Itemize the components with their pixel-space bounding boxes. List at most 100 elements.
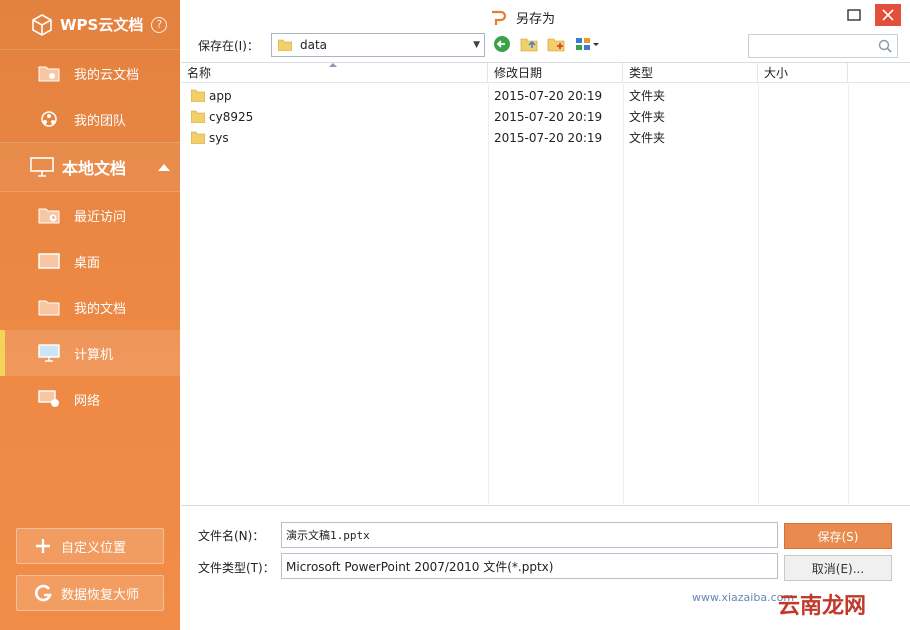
up-folder-icon bbox=[520, 38, 538, 52]
column-header-size[interactable]: 大小 bbox=[758, 63, 848, 82]
file-type: 文件夹 bbox=[629, 110, 666, 124]
column-divider bbox=[758, 84, 759, 505]
new-folder-button[interactable] bbox=[546, 34, 566, 54]
monitor-icon bbox=[30, 156, 56, 178]
back-button[interactable] bbox=[492, 34, 512, 54]
sidebar-item-computer[interactable]: 计算机 bbox=[0, 330, 180, 376]
filetype-label: 文件类型(T)： bbox=[198, 561, 275, 575]
dialog-title: 另存为 bbox=[516, 12, 556, 27]
list-item[interactable]: sys 2015-07-20 20:19 文件夹 bbox=[181, 127, 910, 148]
search-icon bbox=[878, 39, 892, 53]
section-label: 本地文档 bbox=[62, 159, 127, 178]
folder-icon bbox=[191, 131, 205, 144]
filename-value: 演示文稿1.pptx bbox=[286, 529, 370, 542]
save-in-label: 保存在(I)： bbox=[198, 39, 259, 53]
sidebar-header: WPS云文档 ? bbox=[0, 0, 180, 50]
column-divider bbox=[623, 84, 624, 505]
sidebar-item-desktop[interactable]: 桌面 bbox=[0, 238, 180, 284]
folder-icon bbox=[191, 89, 205, 102]
sidebar-item-my-team[interactable]: 我的团队 bbox=[0, 96, 180, 142]
sidebar-item-recent[interactable]: 最近访问 bbox=[0, 192, 180, 238]
collapse-caret-icon[interactable] bbox=[158, 163, 170, 171]
recent-folder-icon bbox=[38, 206, 60, 224]
save-button[interactable]: 保存(S) bbox=[784, 523, 892, 549]
file-modified: 2015-07-20 20:19 bbox=[494, 130, 603, 145]
folder-icon bbox=[191, 110, 205, 123]
file-name: cy8925 bbox=[209, 109, 254, 124]
sidebar-item-label: 桌面 bbox=[74, 255, 101, 271]
watermark-brand: 云南龙网 bbox=[778, 593, 867, 619]
sidebar-item-my-documents[interactable]: 我的文档 bbox=[0, 284, 180, 330]
filename-input[interactable]: 演示文稿1.pptx bbox=[281, 522, 778, 548]
back-arrow-icon bbox=[494, 36, 510, 52]
dialog-toolbar: 保存在(I)： data ▼ bbox=[180, 31, 910, 59]
file-name-cell: sys bbox=[181, 131, 488, 145]
save-as-dialog: 另存为 保存在(I)： data ▼ 名称 修改日期 类型 大小 app 201… bbox=[180, 0, 910, 630]
help-icon[interactable]: ? bbox=[151, 16, 168, 33]
sidebar-item-label: 我的团队 bbox=[74, 113, 127, 129]
sidebar-item-label: 我的文档 bbox=[74, 301, 127, 317]
folder-icon bbox=[278, 39, 292, 51]
custom-location-label: 自定义位置 bbox=[61, 540, 127, 556]
desktop-icon bbox=[38, 252, 60, 270]
team-icon bbox=[38, 110, 60, 128]
list-item[interactable]: cy8925 2015-07-20 20:19 文件夹 bbox=[181, 106, 910, 127]
cancel-button[interactable]: 取消(E)... bbox=[784, 555, 892, 581]
file-name-cell: cy8925 bbox=[181, 110, 488, 124]
column-header-name[interactable]: 名称 bbox=[181, 63, 488, 82]
file-name: app bbox=[209, 88, 232, 103]
maximize-button[interactable] bbox=[840, 4, 868, 26]
recovery-g-icon bbox=[33, 583, 53, 603]
sidebar-item-label: 我的云文档 bbox=[74, 67, 140, 83]
column-divider bbox=[848, 84, 849, 505]
list-item[interactable]: app 2015-07-20 20:19 文件夹 bbox=[181, 85, 910, 106]
data-recovery-label: 数据恢复大师 bbox=[61, 587, 140, 603]
view-grid-icon bbox=[576, 38, 599, 50]
file-type: 文件夹 bbox=[629, 89, 666, 103]
sidebar-item-label: 最近访问 bbox=[74, 209, 127, 225]
sidebar-item-label: 计算机 bbox=[74, 347, 114, 363]
file-name-cell: app bbox=[181, 89, 488, 103]
cube-logo-icon bbox=[32, 13, 52, 36]
column-header-filler bbox=[848, 63, 910, 82]
computer-icon bbox=[38, 344, 60, 362]
plus-icon bbox=[33, 536, 53, 556]
filetype-select[interactable]: Microsoft PowerPoint 2007/2010 文件(*.pptx… bbox=[281, 553, 778, 579]
search-input[interactable] bbox=[748, 34, 898, 58]
column-divider bbox=[488, 84, 489, 505]
dialog-title-group: 另存为 bbox=[490, 8, 555, 27]
app-title: WPS云文档 bbox=[60, 16, 144, 34]
new-folder-icon bbox=[547, 38, 565, 52]
filename-label: 文件名(N)： bbox=[198, 529, 265, 543]
save-in-value: data bbox=[300, 38, 328, 52]
documents-folder-icon bbox=[38, 298, 60, 316]
sidebar-item-label: 网络 bbox=[74, 393, 101, 409]
custom-location-button[interactable]: 自定义位置 bbox=[16, 528, 164, 564]
data-recovery-button[interactable]: 数据恢复大师 bbox=[16, 575, 164, 611]
view-menu-button[interactable] bbox=[574, 34, 602, 54]
file-name: sys bbox=[209, 130, 229, 145]
close-button[interactable] bbox=[875, 4, 901, 26]
up-folder-button[interactable] bbox=[519, 34, 539, 54]
file-list[interactable]: 名称 修改日期 类型 大小 app 2015-07-20 20:19 文件夹 c… bbox=[181, 62, 910, 506]
file-type: 文件夹 bbox=[629, 131, 666, 145]
close-icon bbox=[882, 9, 894, 21]
file-list-header: 名称 修改日期 类型 大小 bbox=[181, 63, 910, 83]
column-header-modified[interactable]: 修改日期 bbox=[488, 63, 623, 82]
column-header-type[interactable]: 类型 bbox=[623, 63, 758, 82]
maximize-icon bbox=[847, 9, 861, 21]
sidebar: WPS云文档 ? 我的云文档 我的团队 本地文档 最近访问 桌面 我的文档 计算… bbox=[0, 0, 180, 630]
filetype-value: Microsoft PowerPoint 2007/2010 文件(*.pptx… bbox=[286, 559, 554, 574]
save-in-combobox[interactable]: data ▼ bbox=[271, 33, 485, 57]
dialog-titlebar: 另存为 bbox=[180, 0, 910, 28]
chevron-down-icon: ▼ bbox=[473, 40, 480, 50]
wps-p-logo-icon bbox=[492, 10, 507, 25]
file-modified: 2015-07-20 20:19 bbox=[494, 109, 603, 124]
file-modified: 2015-07-20 20:19 bbox=[494, 88, 603, 103]
dialog-bottom-panel: 文件名(N)： 演示文稿1.pptx 文件类型(T)： Microsoft Po… bbox=[180, 515, 910, 630]
cloud-folder-icon bbox=[38, 64, 60, 82]
sidebar-item-network[interactable]: 网络 bbox=[0, 376, 180, 422]
sidebar-section-local-docs[interactable]: 本地文档 bbox=[0, 142, 180, 192]
network-icon bbox=[38, 390, 60, 408]
sidebar-item-my-cloud-docs[interactable]: 我的云文档 bbox=[0, 50, 180, 96]
